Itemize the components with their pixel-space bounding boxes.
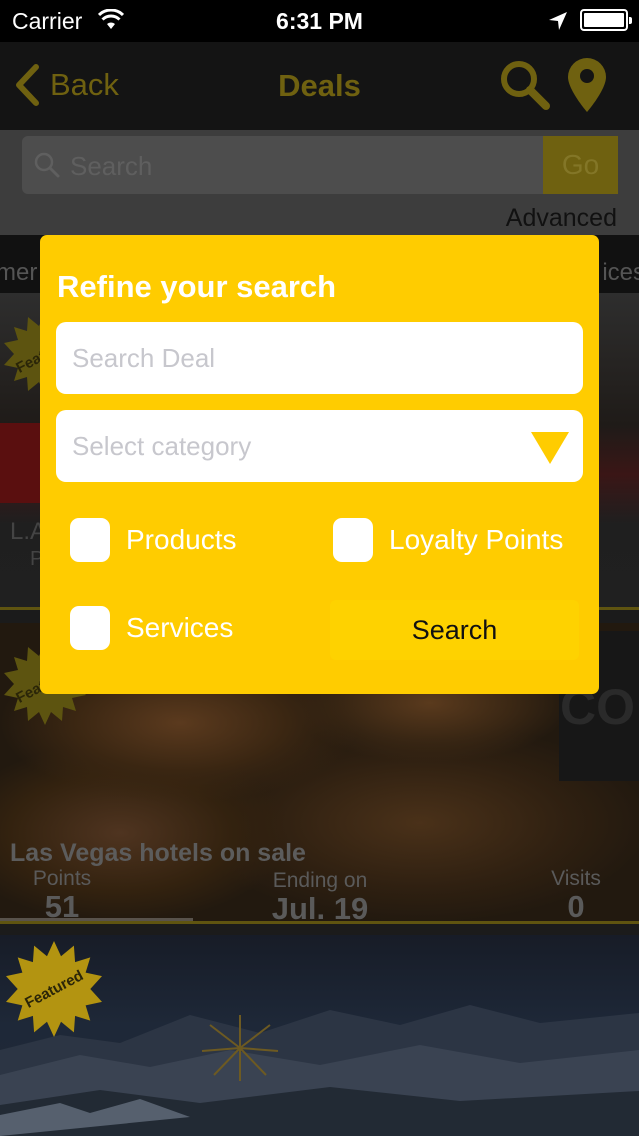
search-field-icon	[34, 152, 60, 183]
category-select[interactable]: Select category	[56, 410, 583, 482]
checkbox-box[interactable]	[333, 518, 373, 562]
deal-visits: Visits 0	[551, 867, 601, 924]
map-pin-icon[interactable]	[566, 56, 608, 119]
checkbox-box[interactable]	[70, 518, 110, 562]
refine-search-modal: Refine your search Select category Produ…	[40, 235, 599, 694]
category-select-placeholder: Select category	[72, 431, 252, 461]
products-checkbox[interactable]: Products	[70, 518, 237, 562]
checkbox-label: Products	[126, 524, 237, 555]
search-placeholder: Search	[70, 151, 153, 181]
location-arrow-icon	[548, 11, 568, 36]
go-button[interactable]: Go	[543, 136, 618, 194]
category-tab-partial-left[interactable]: mer	[0, 259, 37, 287]
deal-points: Points 51	[32, 867, 92, 924]
deal-ending: Ending on Jul. 19	[271, 869, 369, 926]
deal-title: Las Vegas hotels on sale	[10, 839, 306, 867]
checkbox-label: Services	[126, 612, 234, 643]
chevron-left-icon	[16, 64, 39, 106]
back-label: Back	[50, 67, 119, 102]
triangle-down-icon	[531, 432, 569, 469]
status-bar: Carrier 6:31 PM	[0, 0, 639, 42]
search-row: Search Go Advanced	[0, 130, 639, 235]
nav-bar: Back Deals	[0, 42, 639, 130]
loyalty-points-checkbox[interactable]: Loyalty Points	[333, 518, 563, 562]
search-button[interactable]: Search	[330, 600, 579, 660]
search-deal-input[interactable]	[56, 322, 583, 394]
services-checkbox[interactable]: Services	[70, 606, 233, 650]
clock: 6:31 PM	[276, 8, 363, 34]
advanced-link[interactable]: Advanced	[506, 204, 617, 233]
checkbox-label: Loyalty Points	[389, 524, 564, 555]
battery-icon	[580, 9, 632, 31]
back-button[interactable]: Back	[14, 62, 119, 108]
search-input[interactable]: Search	[22, 136, 543, 194]
deal-card[interactable]: Featured	[0, 935, 639, 1136]
search-icon[interactable]	[498, 58, 552, 117]
category-tab-partial-right[interactable]: ices	[602, 259, 639, 287]
modal-title: Refine your search	[57, 269, 337, 304]
checkbox-box[interactable]	[70, 606, 110, 650]
featured-badge: Featured	[6, 941, 102, 1037]
